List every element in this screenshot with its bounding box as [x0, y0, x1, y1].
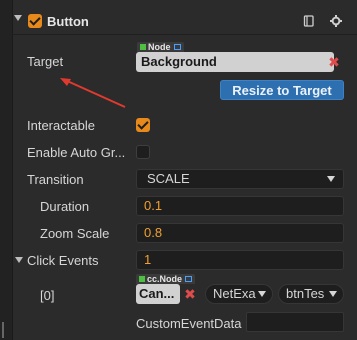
zoom-scale-input[interactable]: 0.8	[136, 223, 344, 243]
auto-gray-checkbox[interactable]	[136, 145, 150, 159]
chevron-down-icon	[329, 291, 337, 297]
interactable-label: Interactable	[27, 118, 95, 133]
event-target-field[interactable]: Can...	[136, 284, 180, 304]
open-link-icon[interactable]	[185, 276, 193, 282]
event-component-select[interactable]: NetExa	[205, 284, 273, 304]
event-handler-select[interactable]: btnTes	[278, 284, 344, 304]
open-link-icon[interactable]	[173, 44, 181, 50]
custom-event-data-label: CustomEventData	[136, 316, 242, 331]
node-type-dot	[140, 44, 146, 50]
gear-icon[interactable]	[330, 15, 342, 27]
collapse-arrow-icon[interactable]	[14, 15, 22, 21]
target-label: Target	[27, 54, 64, 69]
click-events-expand-icon[interactable]	[15, 257, 23, 263]
transition-select[interactable]: SCALE	[136, 169, 344, 189]
duration-input[interactable]: 0.1	[136, 196, 344, 216]
transition-label: Transition	[27, 172, 84, 187]
scrollbar-mark	[2, 322, 4, 338]
cc-node-type-dot	[139, 276, 145, 282]
zoom-scale-label: Zoom Scale	[40, 226, 110, 241]
component-enabled-checkbox[interactable]	[28, 14, 42, 28]
node-type-text: Node	[148, 42, 171, 52]
event-target-clear-icon[interactable]: ✖	[183, 284, 197, 304]
target-object-field[interactable]: Background	[136, 52, 334, 72]
event-handler-value: btnTes	[286, 286, 325, 301]
node-type-tag[interactable]: Node	[137, 42, 184, 52]
event-component-value: NetExa	[213, 286, 256, 301]
interactable-checkbox[interactable]	[136, 118, 150, 132]
inspector-panel: Button Target Node Background ✖ Resize t…	[12, 0, 357, 340]
component-header[interactable]: Button	[12, 6, 357, 34]
cc-node-type-tag[interactable]: cc.Node	[136, 274, 196, 284]
annotation-arrow-icon	[60, 78, 126, 108]
custom-event-data-input[interactable]	[246, 312, 344, 332]
chevron-down-icon	[258, 291, 266, 297]
auto-gray-label: Enable Auto Gr...	[27, 145, 126, 160]
click-events-count-input[interactable]: 1	[136, 250, 344, 270]
transition-value: SCALE	[147, 171, 190, 186]
duration-label: Duration	[40, 199, 90, 214]
resize-to-target-button[interactable]: Resize to Target	[220, 80, 344, 100]
component-title: Button	[47, 14, 89, 29]
target-clear-icon[interactable]: ✖	[326, 52, 342, 72]
cc-node-type-text: cc.Node	[147, 274, 183, 284]
header-divider	[12, 34, 357, 35]
book-icon[interactable]	[303, 15, 315, 27]
chevron-down-icon	[327, 176, 335, 182]
click-events-label: Click Events	[27, 253, 99, 268]
event-index-label: [0]	[40, 288, 55, 303]
